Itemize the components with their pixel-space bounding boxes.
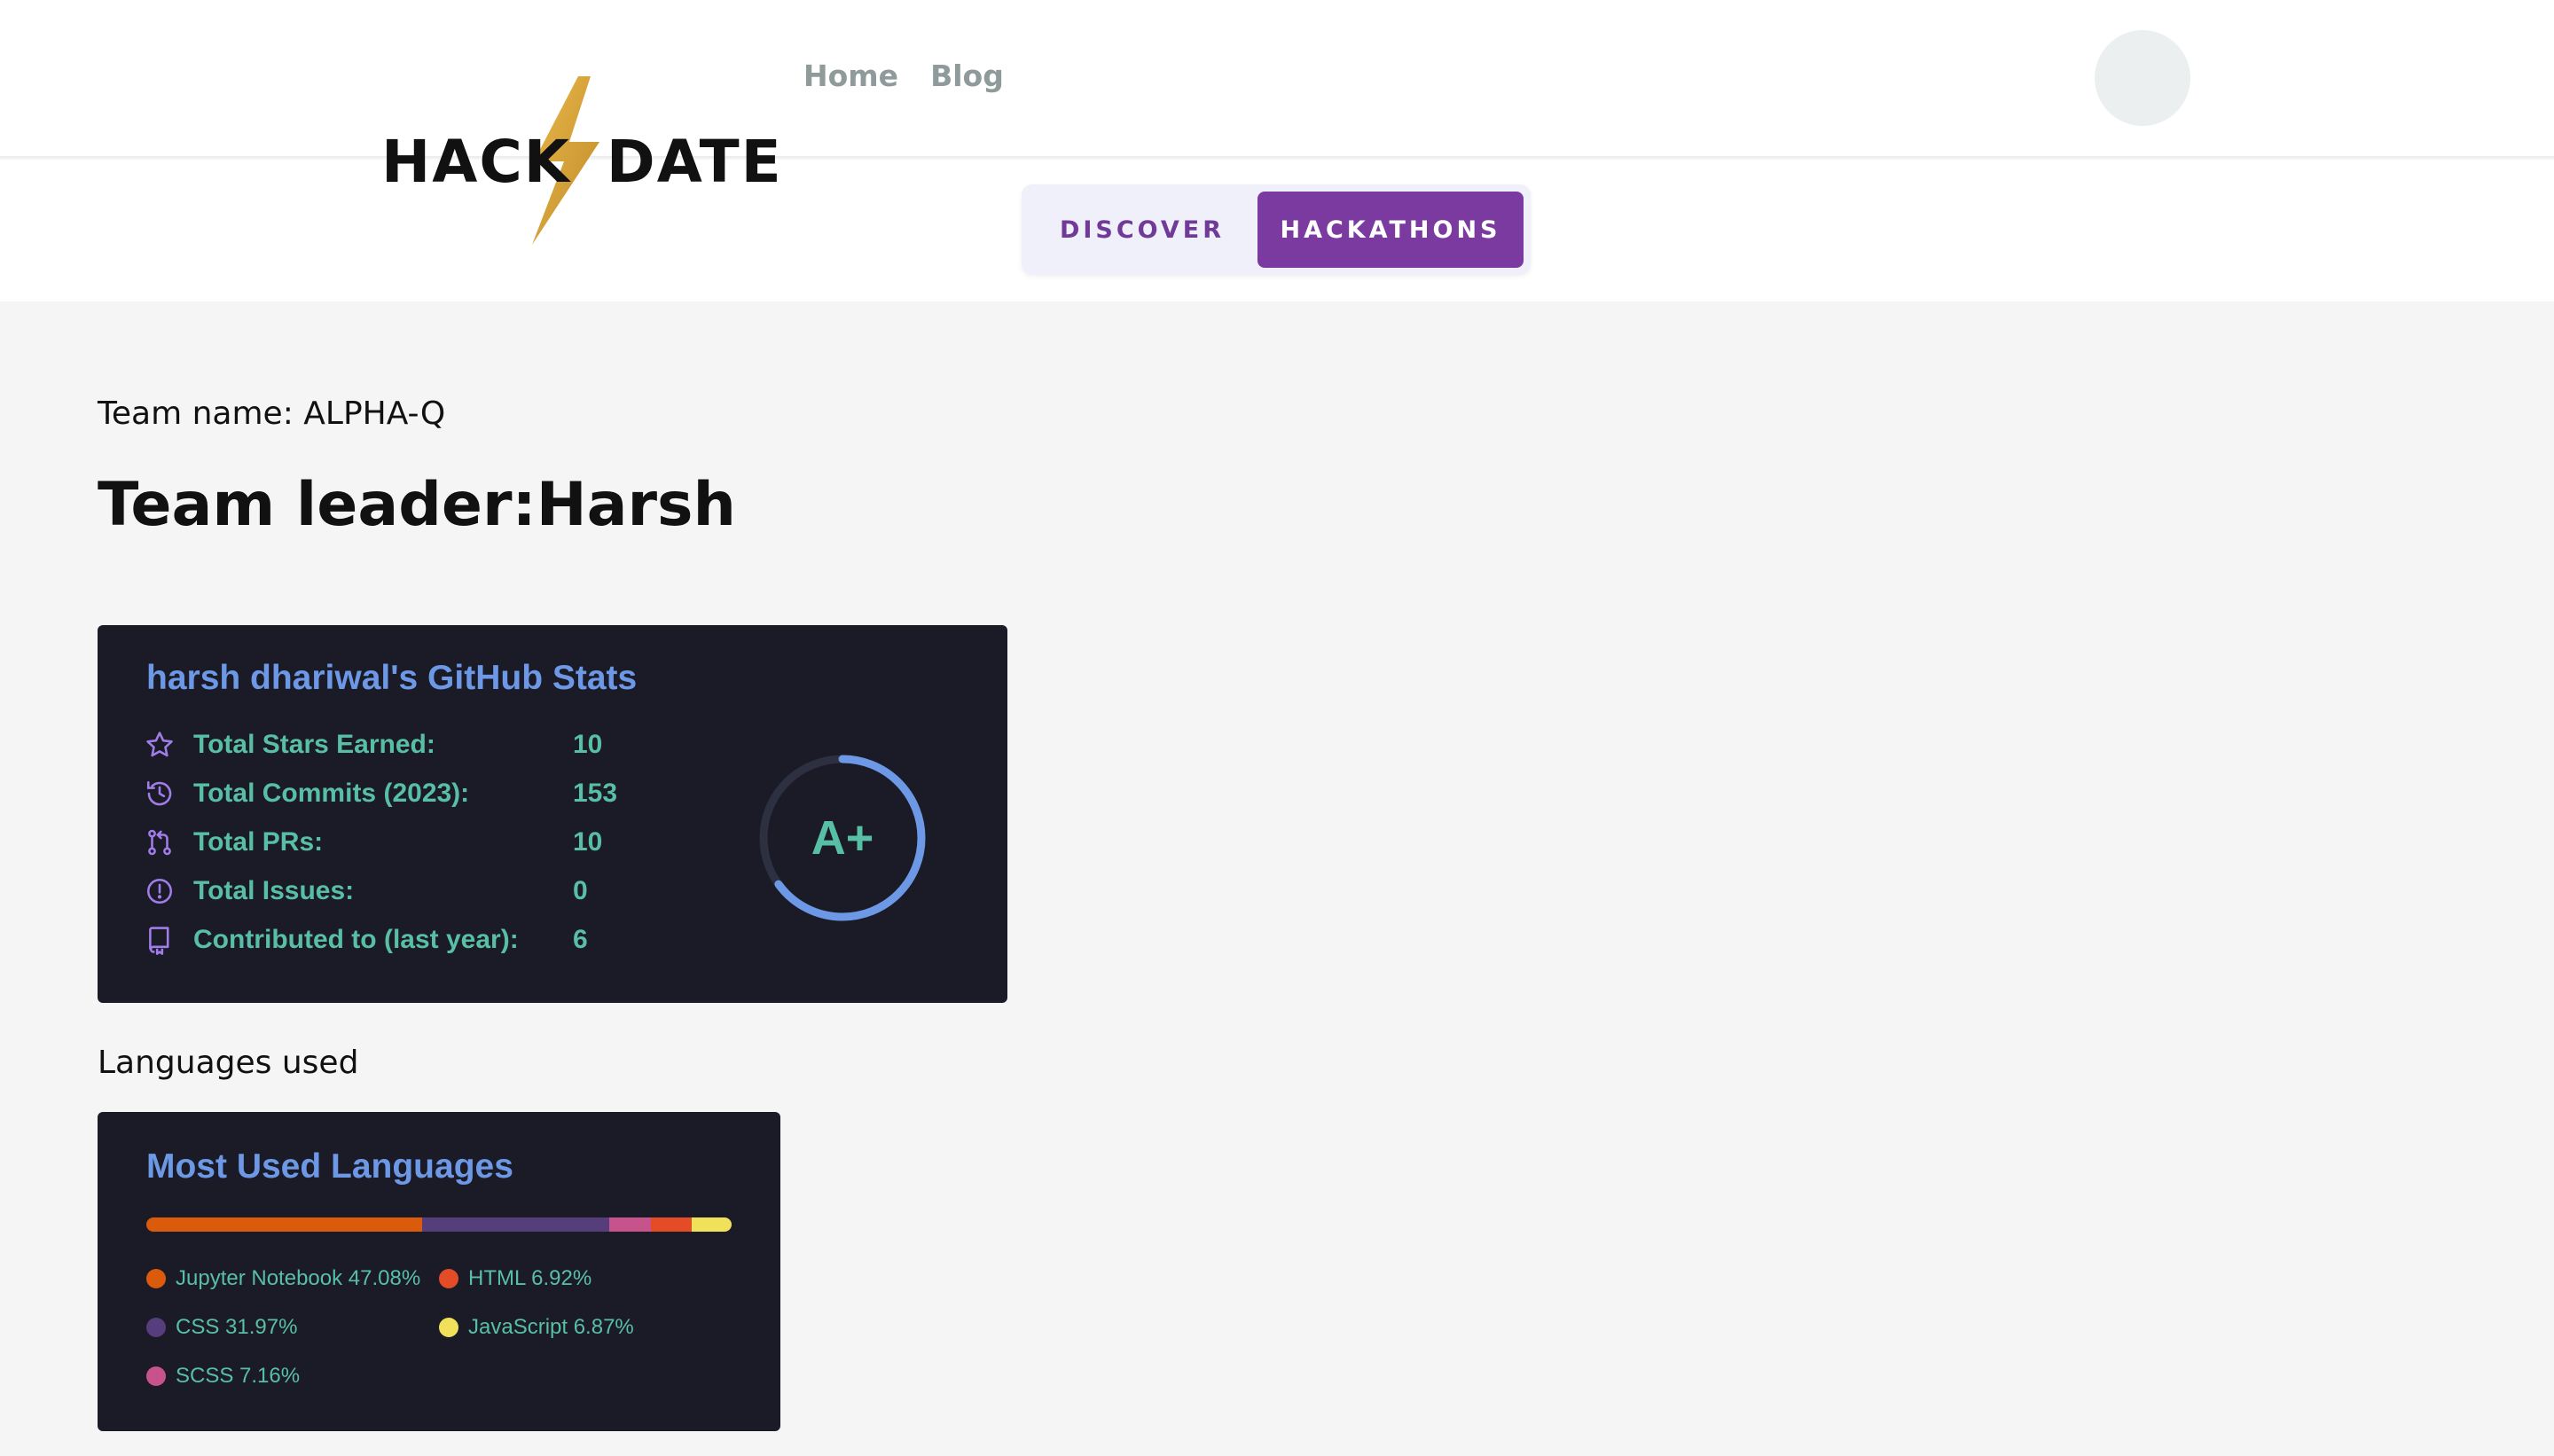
language-legend-label: Jupyter Notebook 47.08%: [176, 1266, 421, 1290]
language-color-dot: [146, 1318, 166, 1337]
stat-row-contributed: Contributed to (last year): 6: [144, 922, 588, 958]
rank-circle: A+: [754, 749, 931, 927]
languages-progress-bar: [146, 1217, 732, 1232]
language-legend-item: CSS 31.97%: [146, 1315, 297, 1340]
stat-row-stars: Total Stars Earned: 10: [144, 727, 602, 763]
github-stats-title: harsh dhariwal's GitHub Stats: [146, 659, 638, 697]
pull-request-icon: [144, 826, 176, 858]
stat-label: Total Stars Earned:: [193, 730, 435, 759]
language-legend-item: SCSS 7.16%: [146, 1364, 300, 1389]
stat-value: 0: [573, 876, 588, 905]
star-icon: [144, 729, 176, 761]
team-leader-heading: Team leader:Harsh: [98, 470, 736, 540]
language-bar-segment: [650, 1217, 692, 1232]
stat-value: 10: [573, 827, 603, 857]
repo-icon: [144, 924, 176, 956]
language-legend-item: Jupyter Notebook 47.08%: [146, 1266, 420, 1291]
rank-grade: A+: [811, 811, 874, 865]
stat-value: 153: [573, 779, 618, 808]
language-bar-segment: [608, 1217, 651, 1232]
language-color-dot: [439, 1318, 458, 1337]
stat-label: Total Issues:: [193, 876, 355, 905]
language-bar-segment: [146, 1217, 422, 1232]
stat-label: Total PRs:: [193, 827, 324, 857]
main-nav: Home Blog: [803, 59, 1004, 93]
language-legend-item: HTML 6.92%: [439, 1266, 591, 1291]
stat-row-prs: Total PRs: 10: [144, 825, 602, 860]
view-toggle: DISCOVER HACKATHONS: [1022, 184, 1531, 275]
languages-section-label: Languages used: [98, 1045, 359, 1081]
language-legend-label: JavaScript 6.87%: [468, 1315, 634, 1339]
languages-title: Most Used Languages: [146, 1147, 513, 1186]
issue-icon: [144, 875, 176, 907]
language-color-dot: [146, 1269, 166, 1288]
language-color-dot: [146, 1366, 166, 1386]
github-stats-card: harsh dhariwal's GitHub Stats Total Star…: [98, 625, 1007, 1003]
stat-row-commits: Total Commits (2023): 153: [144, 776, 617, 811]
language-bar-segment: [691, 1217, 732, 1232]
stat-label: Contributed to (last year):: [193, 925, 519, 954]
logo-wordmark: HACK DATE: [381, 128, 783, 196]
user-avatar[interactable]: [2095, 30, 2190, 126]
stat-value: 6: [573, 925, 588, 954]
stat-value: 10: [573, 730, 603, 759]
language-legend-item: JavaScript 6.87%: [439, 1315, 634, 1340]
language-bar-segment: [421, 1217, 609, 1232]
language-legend-label: SCSS 7.16%: [176, 1364, 301, 1388]
stat-label: Total Commits (2023):: [193, 779, 470, 808]
nav-blog-link[interactable]: Blog: [930, 59, 1004, 93]
language-color-dot: [439, 1269, 458, 1288]
stat-row-issues: Total Issues: 0: [144, 873, 588, 909]
discover-tab[interactable]: DISCOVER: [1030, 192, 1254, 268]
language-legend-label: HTML 6.92%: [468, 1266, 592, 1290]
nav-home-link[interactable]: Home: [803, 59, 898, 93]
language-legend-label: CSS 31.97%: [176, 1315, 298, 1339]
hackathons-tab[interactable]: HACKATHONS: [1257, 192, 1524, 268]
languages-card: Most Used Languages Jupyter Notebook 47.…: [98, 1112, 780, 1431]
team-name: Team name: ALPHA-Q: [98, 395, 446, 432]
history-icon: [144, 778, 176, 810]
hackdate-logo[interactable]: HACK DATE: [381, 76, 781, 245]
